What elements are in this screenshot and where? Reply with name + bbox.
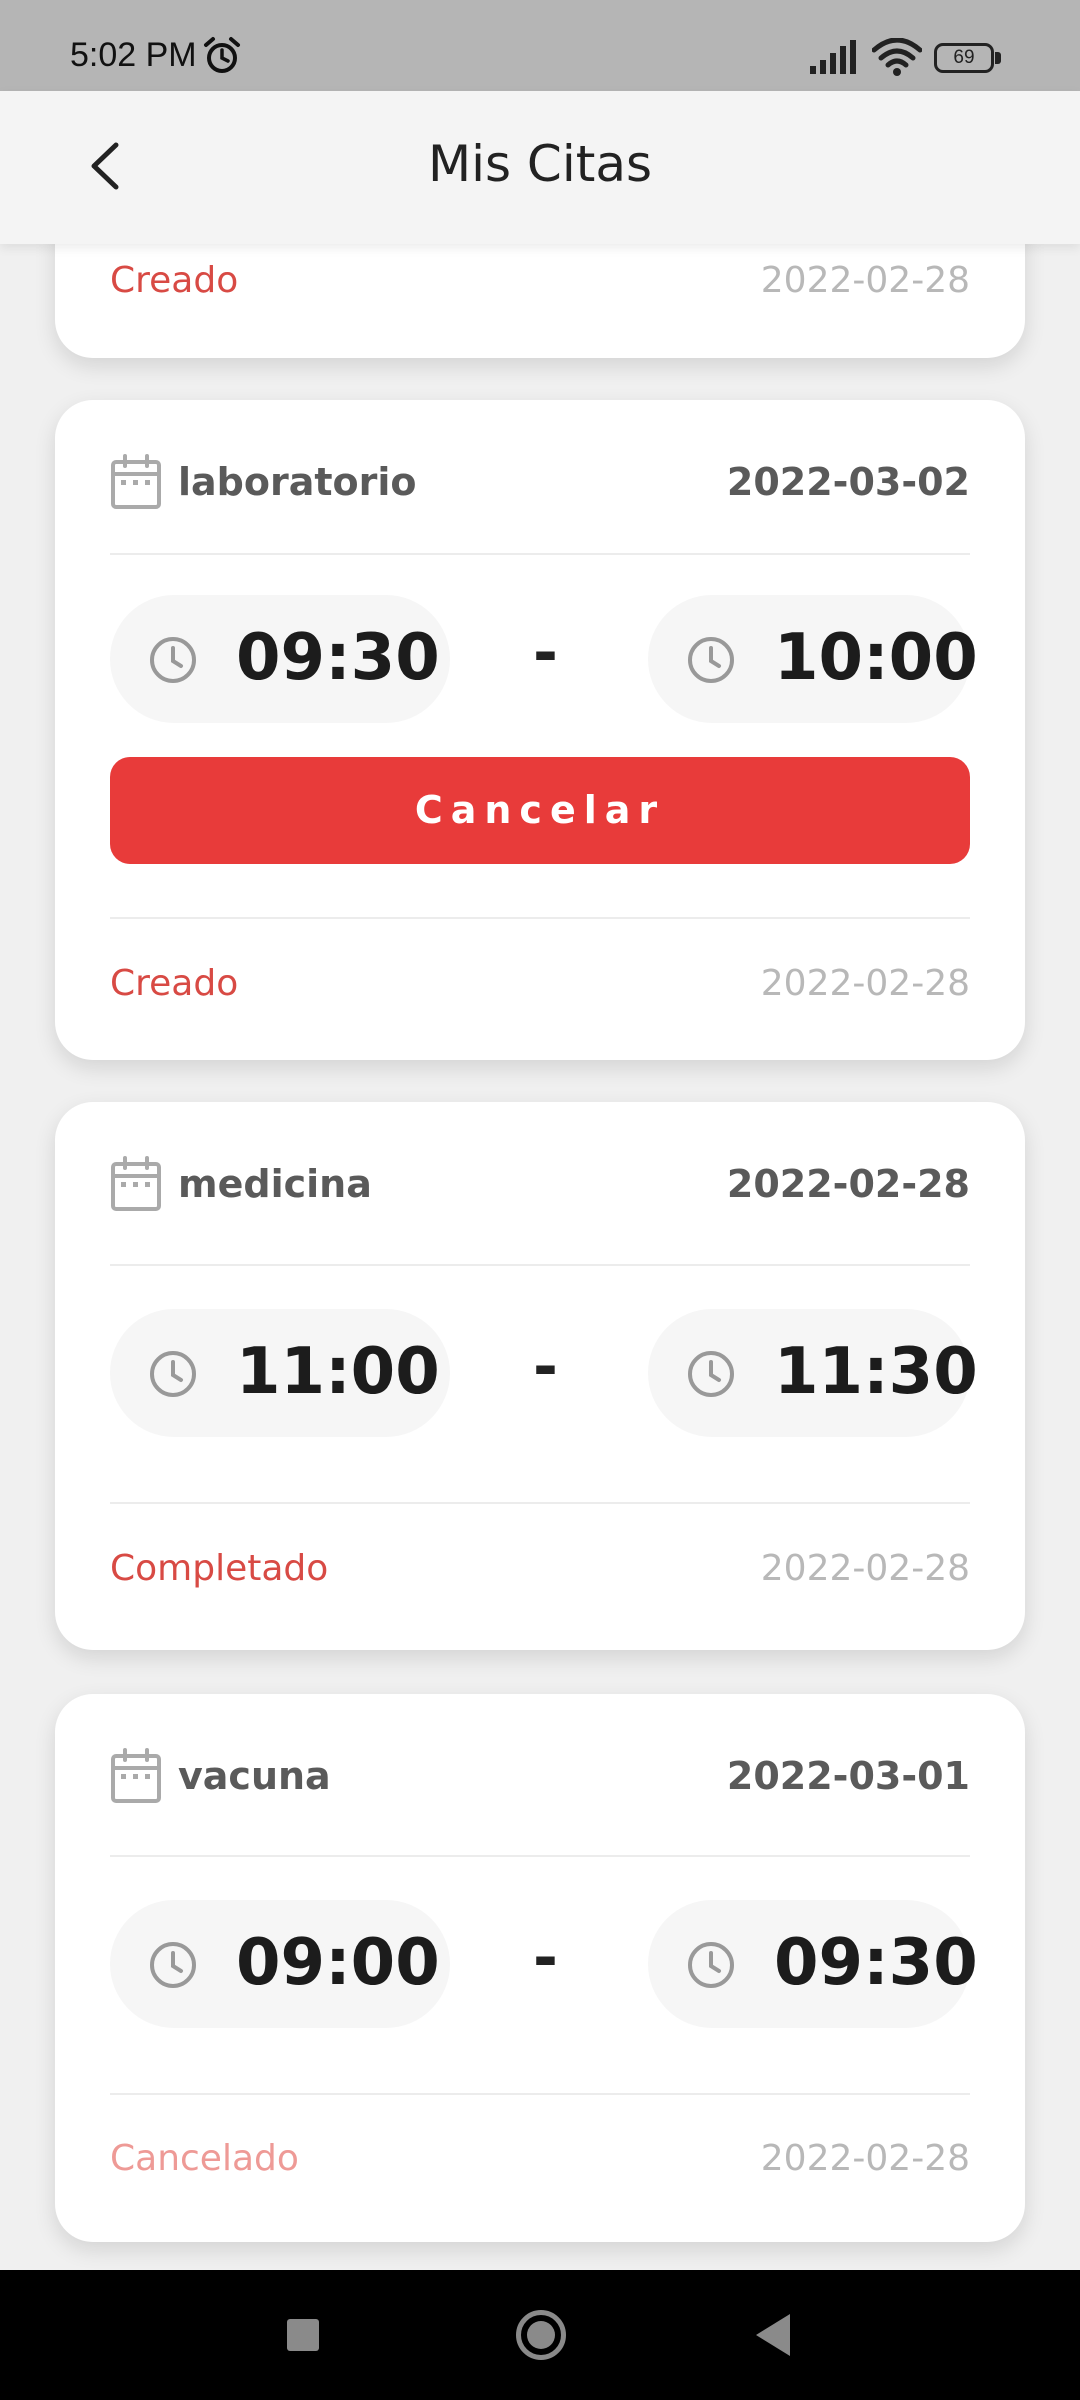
end-time-pill: 09:30 — [648, 1900, 978, 2028]
appointment-card: vacuna 2022-03-01 09:00 - 09:30 Cancelad… — [55, 1694, 1025, 2242]
appointment-date: 2022-02-28 — [726, 1162, 970, 1206]
appointment-date: 2022-03-02 — [726, 460, 970, 504]
status-bar: 5:02 PM 69 — [0, 0, 1080, 91]
calendar-icon — [111, 1156, 161, 1211]
created-date: 2022-02-28 — [760, 2138, 970, 2179]
appointment-status: Creado — [110, 260, 239, 301]
status-time: 5:02 PM — [70, 36, 197, 74]
home-icon[interactable] — [516, 2310, 566, 2360]
created-date: 2022-02-28 — [760, 963, 970, 1004]
recent-apps-icon[interactable] — [287, 2319, 319, 2351]
created-date: 2022-02-28 — [760, 260, 970, 301]
appointment-category: medicina — [178, 1162, 372, 1206]
start-time: 09:00 — [236, 1926, 440, 2000]
appointment-category: laboratorio — [178, 460, 417, 504]
end-time-pill: 11:30 — [648, 1309, 978, 1437]
time-separator: - — [533, 618, 558, 688]
start-time-pill: 11:00 — [110, 1309, 450, 1437]
clock-icon — [150, 1351, 196, 1397]
start-time-pill: 09:30 — [110, 595, 450, 723]
end-time-pill: 10:00 — [648, 595, 978, 723]
divider — [110, 2093, 970, 2095]
created-date: 2022-02-28 — [760, 1548, 970, 1589]
app-header: Mis Citas — [0, 91, 1080, 244]
time-separator: - — [533, 1923, 558, 1993]
clock-icon — [688, 1942, 734, 1988]
home-icon-inner — [527, 2321, 555, 2349]
signal-icon — [810, 40, 856, 74]
clock-icon — [688, 1351, 734, 1397]
battery-icon: 69 — [934, 43, 1002, 73]
divider — [110, 553, 970, 555]
clock-icon — [150, 637, 196, 683]
appointment-card: medicina 2022-02-28 11:00 - 11:30 Comple… — [55, 1102, 1025, 1650]
system-nav-bar — [0, 2270, 1080, 2400]
calendar-icon — [111, 454, 161, 509]
divider — [110, 1264, 970, 1266]
card-header: laboratorio 2022-03-02 — [110, 454, 970, 514]
wifi-icon — [872, 38, 922, 76]
card-header: vacuna 2022-03-01 — [110, 1748, 970, 1808]
appointment-status: Completado — [110, 1548, 329, 1589]
start-time-pill: 09:00 — [110, 1900, 450, 2028]
battery-level: 69 — [953, 47, 975, 68]
appointment-date: 2022-03-01 — [726, 1754, 970, 1798]
clock-icon — [688, 637, 734, 683]
divider — [110, 1855, 970, 1857]
alarm-icon — [204, 37, 240, 73]
appointment-category: vacuna — [178, 1754, 331, 1798]
battery-tip — [995, 52, 1001, 64]
end-time: 11:30 — [774, 1335, 978, 1409]
time-separator: - — [533, 1332, 558, 1402]
end-time: 10:00 — [774, 621, 978, 695]
start-time: 11:00 — [236, 1335, 440, 1409]
cancel-button[interactable]: Cancelar — [110, 757, 970, 864]
calendar-icon — [111, 1748, 161, 1803]
appointment-card: laboratorio 2022-03-02 09:30 - 10:00 Can… — [55, 400, 1025, 1060]
clock-icon — [150, 1942, 196, 1988]
divider — [110, 1502, 970, 1504]
page-title: Mis Citas — [427, 135, 653, 193]
divider — [110, 917, 970, 919]
start-time: 09:30 — [236, 621, 440, 695]
card-header: medicina 2022-02-28 — [110, 1156, 970, 1216]
end-time: 09:30 — [774, 1926, 978, 2000]
nav-back-icon[interactable] — [756, 2314, 790, 2356]
appointment-status: Cancelado — [110, 2138, 299, 2179]
appointment-status: Creado — [110, 963, 239, 1004]
